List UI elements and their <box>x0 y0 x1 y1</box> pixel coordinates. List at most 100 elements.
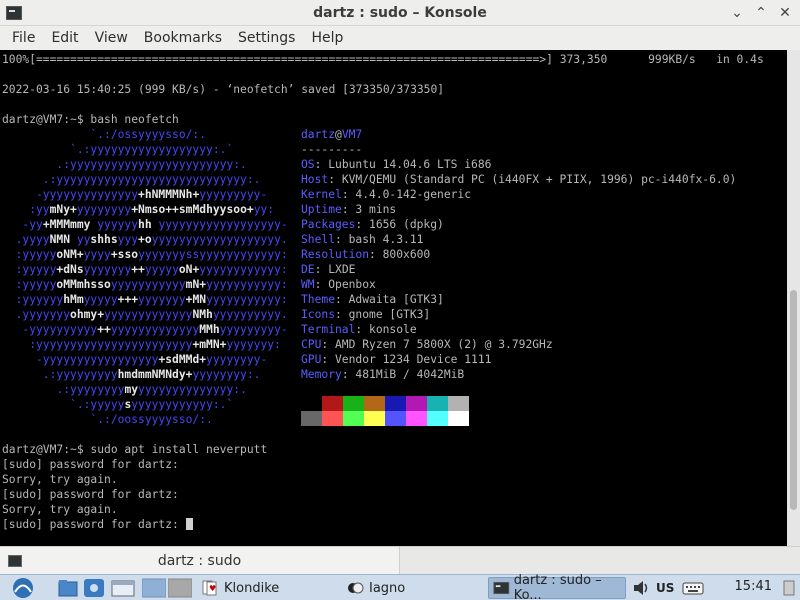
info-row: Kernel: 4.4.0-142-generic <box>301 187 471 202</box>
info-value: : Adwaita [GTK3] <box>335 293 444 306</box>
logo-line: .:yyyyyyyymyyyyyyyyyyyyyyy:. <box>2 383 247 396</box>
color-swatch <box>448 411 469 426</box>
info-value: : Vendor 1234 Device 1111 <box>321 353 492 366</box>
logo-line: :yyyyyoMMmhssoyyyyyyyyyyymN+yyyyyyyyyyy: <box>2 278 288 291</box>
info-row: OS: Lubuntu 14.04.6 LTS i686 <box>301 157 491 172</box>
info-row: Icons: gnome [GTK3] <box>301 307 430 322</box>
terminal-line: Sorry, try again. <box>2 503 118 516</box>
info-row: Shell: bash 4.3.11 <box>301 232 423 247</box>
scrollbar-thumb[interactable] <box>790 290 797 510</box>
menu-help[interactable]: Help <box>303 30 351 46</box>
minimize-button[interactable]: ⌄ <box>726 2 748 24</box>
logo-line: `.:/ossyyyysso/:. <box>2 128 207 141</box>
tab-label: dartz : sudo <box>157 552 242 569</box>
logo-line: -yyyyyyyyyy++yyyyyyyyyyyyyMMhyyyyyyyyy- <box>2 323 288 336</box>
logo-line: .yyyyNMN yyshhsyyy+oyyyyyyyyyyyyyyyyyyy. <box>2 233 288 246</box>
task-konsole[interactable]: dartz : sudo – Ko... <box>488 573 626 600</box>
menu-file[interactable]: File <box>4 30 43 46</box>
logo-line: .:yyyyyyyyyhmdmmNMNdy+yyyyyyyy:. <box>2 368 261 381</box>
konsole-icon[interactable] <box>6 5 22 20</box>
keyboard-layout-indicator[interactable]: US <box>656 577 674 599</box>
info-value: : 4.4.0-142-generic <box>341 188 472 201</box>
clock[interactable]: 15:41 <box>735 579 772 594</box>
menu-settings[interactable]: Settings <box>230 30 303 46</box>
text-cursor <box>185 518 193 530</box>
info-value: : Openbox <box>314 278 376 291</box>
info-label: Host <box>301 173 329 186</box>
keyboard-icon[interactable] <box>682 577 704 599</box>
info-value: : 481MiB / 4042MiB <box>341 368 465 381</box>
info-row: Host: KVM/QEMU (Standard PC (i440FX + PI… <box>301 172 736 187</box>
volume-icon[interactable] <box>632 577 650 599</box>
tab-bar: dartz : sudo <box>0 546 800 574</box>
color-swatch <box>406 396 427 411</box>
color-swatch <box>385 411 406 426</box>
logo-line: .yyyyyyyohmy+yyyyyyyyyyyyyNMhyyyyyyyyyy. <box>2 308 288 321</box>
iagno-icon <box>348 582 364 594</box>
menu-view[interactable]: View <box>87 30 136 46</box>
svg-text:♥: ♥ <box>209 584 216 593</box>
terminal-line: Sorry, try again. <box>2 473 118 486</box>
info-label: Shell <box>301 233 336 246</box>
info-label: Icons <box>301 308 336 321</box>
terminal-line: [sudo] password for dartz: <box>2 488 179 501</box>
logo-line: .:yyyyyyyyyyyyyyyyyyyyyyyyyyyy:. <box>2 173 261 186</box>
info-label: Terminal <box>301 323 356 336</box>
color-swatch <box>448 396 469 411</box>
menu-edit[interactable]: Edit <box>43 30 86 46</box>
window-controls: ⌄ ⌃ ✕ <box>726 2 796 24</box>
info-label: Kernel <box>301 188 342 201</box>
task-label: dartz : sudo – Ko... <box>513 573 602 600</box>
info-value: : AMD Ryzen 7 5800X (2) @ 3.792GHz <box>321 338 553 351</box>
info-value: : Lubuntu 14.04.6 LTS i686 <box>314 158 492 171</box>
logo-line: :yymNy+yyyyyyyy+Nmso++smMdhyysoo+yy: <box>2 203 275 216</box>
terminal-line: [sudo] password for dartz: <box>2 458 179 471</box>
info-label: Uptime <box>301 203 342 216</box>
info-label: OS <box>301 158 315 171</box>
info-label: GPU <box>301 353 322 366</box>
info-row: CPU: AMD Ryzen 7 5800X (2) @ 3.792GHz <box>301 337 553 352</box>
logo-line: :yyyyyyhMmyyyyy+++yyyyyyy+MNyyyyyyyyyyy: <box>2 293 288 306</box>
info-label: Packages <box>301 218 356 231</box>
info-value: : LXDE <box>314 263 356 276</box>
info-value: : 1656 (dpkg) <box>355 218 444 231</box>
logo-line: `.:yyyyyyyyyyyyyyyyyy:.` <box>2 143 234 156</box>
info-label: DE <box>301 263 315 276</box>
task-iagno[interactable]: Iagno <box>345 577 437 599</box>
color-swatch <box>301 396 322 411</box>
tab-dartz-sudo[interactable]: dartz : sudo <box>0 547 400 574</box>
start-menu-button[interactable] <box>10 577 36 599</box>
terminal-scrollbar[interactable] <box>787 50 800 546</box>
info-row: Theme: Adwaita [GTK3] <box>301 292 444 307</box>
task-label: Iagno <box>369 580 406 596</box>
task-klondike[interactable]: ♥ Klondike <box>200 577 296 599</box>
info-separator: --------- <box>301 143 363 156</box>
info-label: Resolution <box>301 248 370 261</box>
terminal-line: 2022-03-16 15:40:25 (999 KB/s) - ‘neofet… <box>2 83 445 96</box>
terminal-area[interactable]: 100%[===================================… <box>0 50 787 546</box>
info-value: : 800x600 <box>369 248 431 261</box>
show-desktop-icon[interactable] <box>111 577 135 599</box>
menu-bookmarks[interactable]: Bookmarks <box>136 30 230 46</box>
color-swatch <box>322 411 343 426</box>
info-value: : gnome [GTK3] <box>335 308 431 321</box>
menu-bar: File Edit View Bookmarks Settings Help <box>0 26 800 50</box>
workspace-2[interactable] <box>168 577 192 599</box>
logo-line: `.:yyyyysyyyyyyyyyyyy:.` <box>2 398 234 411</box>
terminal-line: dartz@VM7:~$ sudo apt install neverputt <box>2 443 268 456</box>
prompt-text: [sudo] password for dartz: <box>2 518 186 531</box>
color-swatch <box>343 411 364 426</box>
color-swatch <box>406 411 427 426</box>
title-bar[interactable]: dartz : sudo – Konsole ⌄ ⌃ ✕ <box>0 0 800 26</box>
workspace-1[interactable] <box>142 577 166 599</box>
notification-icon[interactable] <box>782 577 796 599</box>
maximize-button[interactable]: ⌃ <box>750 2 772 24</box>
close-button[interactable]: ✕ <box>774 2 796 24</box>
terminal-line: 100%[===================================… <box>2 53 764 66</box>
info-row: Resolution: 800x600 <box>301 247 430 262</box>
file-manager-icon[interactable] <box>57 577 79 599</box>
settings-icon[interactable] <box>83 577 105 599</box>
logo-line: -yyyyyyyyyyyyyy+hNMMMNh+yyyyyyyyy- <box>2 188 268 201</box>
color-swatch <box>385 396 406 411</box>
logo-line: -yy+MMMmmy yyyyyyhh yyyyyyyyyyyyyyyyyy- <box>2 218 288 231</box>
